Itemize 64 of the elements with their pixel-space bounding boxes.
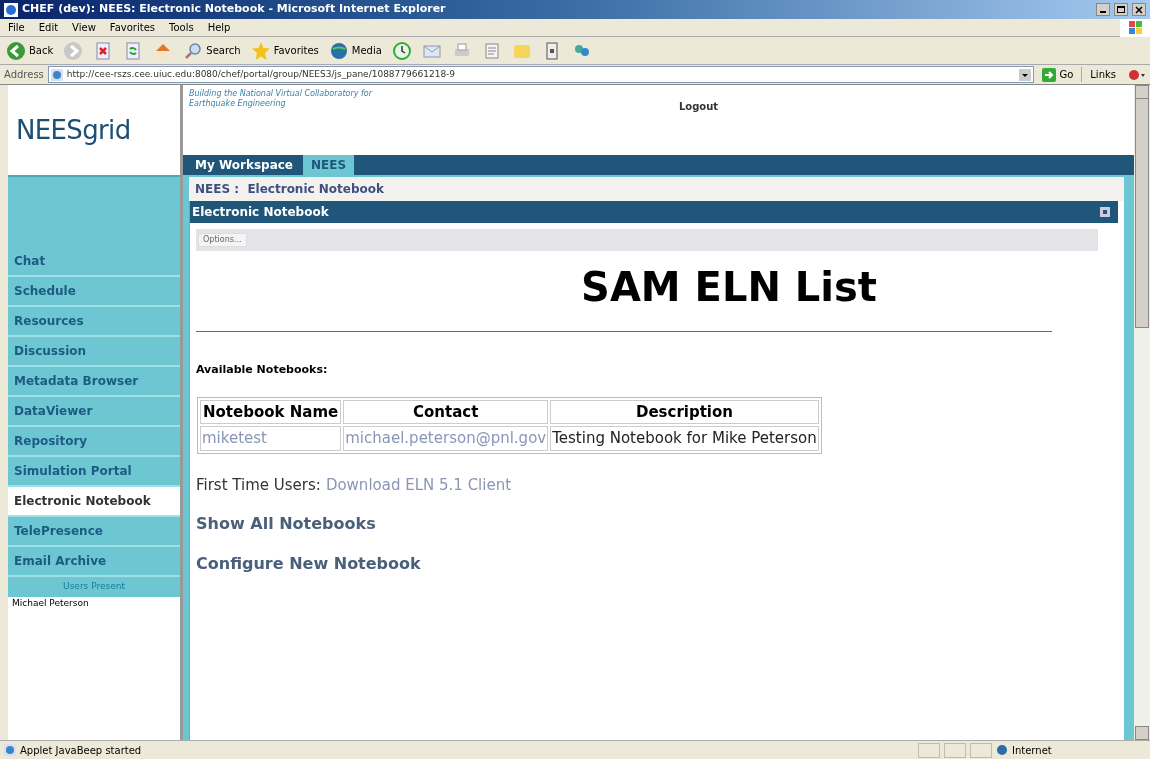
address-field[interactable]: http://cee-rszs.cee.uiuc.edu:8080/chef/portal/group/NEES3/js_pane/1088779661218-9 bbox=[47, 66, 1035, 83]
first-time-label: First Time Users: bbox=[196, 474, 321, 496]
go-arrow-icon bbox=[1042, 67, 1057, 82]
sidebar-item[interactable]: Repository bbox=[8, 427, 180, 457]
sidebar-item[interactable]: TelePresence bbox=[8, 517, 180, 547]
dropdown-icon[interactable] bbox=[1019, 68, 1032, 81]
star-icon bbox=[250, 40, 271, 61]
sidebar-item[interactable]: Discussion bbox=[8, 337, 180, 367]
toolbar-button[interactable]: Favorites bbox=[248, 40, 321, 61]
clock-icon bbox=[391, 40, 412, 61]
status-pane bbox=[944, 742, 966, 758]
scrollbar[interactable] bbox=[1134, 85, 1150, 740]
menu-item[interactable]: Help bbox=[207, 20, 231, 35]
minimize-button[interactable] bbox=[1096, 3, 1110, 16]
toolbar-extension-icon bbox=[1128, 67, 1146, 82]
action-link[interactable]: Configure New Notebook bbox=[196, 552, 421, 576]
zone-text: Internet bbox=[1012, 743, 1052, 758]
window-title: CHEF (dev): NEES: Electronic Notebook - Microsoft Internet Explorer bbox=[22, 1, 446, 18]
status-pane bbox=[970, 742, 992, 758]
globe-icon bbox=[996, 744, 1008, 756]
address-label: Address bbox=[4, 68, 44, 82]
users-present-header: Users Present bbox=[8, 577, 180, 597]
toolbar-button[interactable]: Media bbox=[326, 40, 384, 61]
go-button[interactable]: Go bbox=[1038, 67, 1078, 82]
browser-icon bbox=[4, 2, 18, 17]
sidebar-item[interactable]: DataViewer bbox=[8, 397, 180, 427]
sidebar-item[interactable]: Email Archive bbox=[8, 547, 180, 577]
menu-item[interactable]: Tools bbox=[169, 20, 194, 35]
tagline: Building the National Virtual Collaboratory for Earthquake Engineering bbox=[189, 89, 374, 109]
maximize-button[interactable] bbox=[1114, 3, 1128, 16]
sidebar-item[interactable]: Simulation Portal bbox=[8, 457, 180, 487]
page-icon bbox=[4, 744, 16, 756]
collapse-icon[interactable] bbox=[1100, 207, 1110, 217]
menu-item[interactable]: File bbox=[8, 20, 25, 35]
toolbar-button[interactable]: Search bbox=[181, 40, 243, 61]
search-icon bbox=[183, 40, 204, 61]
page-heading: SAM ELN List bbox=[580, 263, 878, 312]
menu-item[interactable]: Edit bbox=[38, 20, 59, 35]
close-button[interactable] bbox=[1132, 3, 1146, 16]
page-icon bbox=[50, 68, 63, 81]
logout-link[interactable]: Logout bbox=[678, 99, 719, 114]
options-button[interactable]: Options... bbox=[198, 233, 247, 247]
menu-item[interactable]: View bbox=[72, 20, 96, 35]
status-text: Applet JavaBeep started bbox=[20, 743, 143, 758]
action-link[interactable]: Show All Notebooks bbox=[196, 512, 376, 536]
toolbar-button[interactable]: Back bbox=[4, 40, 56, 61]
section-label: Available Notebooks: bbox=[196, 362, 329, 378]
column-header: Contact bbox=[343, 399, 549, 424]
breadcrumb: NEES : Electronic Notebook bbox=[195, 181, 385, 198]
site-tab[interactable]: NEES bbox=[303, 155, 355, 175]
status-pane bbox=[918, 742, 940, 758]
table-cell: Testing Notebook for Mike Peterson bbox=[550, 426, 819, 451]
sidebar-item[interactable]: Schedule bbox=[8, 277, 180, 307]
sidebar-item[interactable]: Metadata Browser bbox=[8, 367, 180, 397]
sidebar-item[interactable]: Chat bbox=[8, 247, 180, 277]
user-name: Michael Peterson bbox=[11, 597, 90, 610]
column-header: Description bbox=[550, 399, 819, 424]
panel-title: Electronic Notebook bbox=[192, 204, 329, 221]
column-header: Notebook Name bbox=[200, 399, 342, 424]
links-button[interactable]: Links bbox=[1081, 67, 1124, 82]
globe-icon bbox=[328, 40, 349, 61]
neesgrid-logo: NEESgrid bbox=[16, 113, 131, 147]
menu-item[interactable]: Favorites bbox=[109, 20, 155, 35]
sidebar-item[interactable]: Resources bbox=[8, 307, 180, 337]
